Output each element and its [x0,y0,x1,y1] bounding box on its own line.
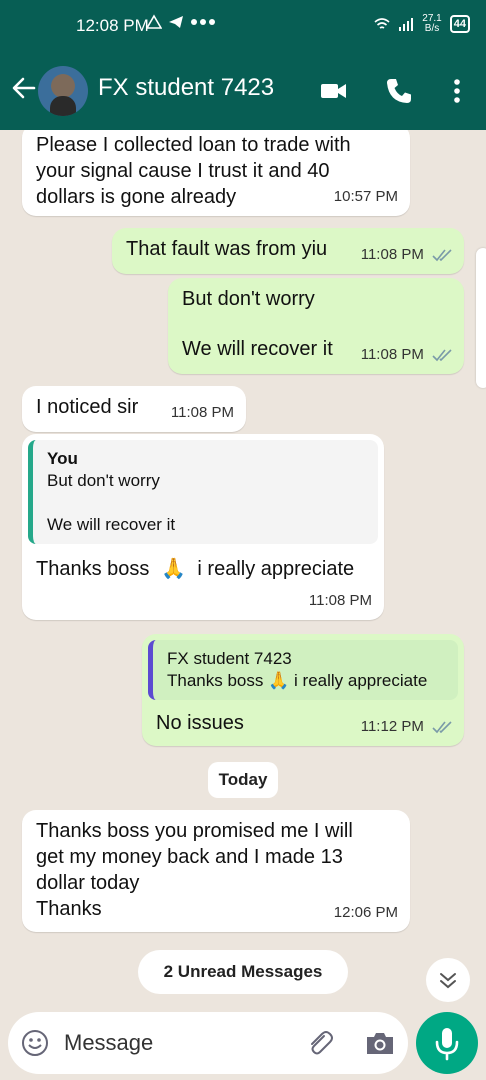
battery-indicator: 44 [449,15,470,33]
message-text-line: dollar today [36,872,140,894]
incoming-message[interactable]: Please I collected loan to trade with yo… [22,130,410,216]
outgoing-reply-message[interactable]: FX student 7423 Thanks boss 🙏 i really a… [142,634,464,746]
message-time: 11:08 PM [360,346,424,363]
net-speed: 27.1 B/s [422,14,441,34]
read-ticks-icon [432,721,452,734]
warning-icon [146,14,162,29]
message-meta: 11:08 PM [361,242,454,268]
message-meta: 11:08 PM [361,342,454,368]
message-input[interactable] [64,1026,284,1060]
message-meta: 11:12 PM [361,714,454,740]
status-notification-icons [146,14,216,30]
status-time: 12:08 PM [76,16,149,35]
net-speed-unit: B/s [424,23,440,34]
emoji-icon[interactable] [20,1028,50,1058]
quote-text-b: i really appreciate [294,671,428,690]
message-text: No issues [156,712,244,734]
incoming-reply-message[interactable]: You But don't worry We will recover it T… [22,434,384,620]
top-bar: 12:08 PM 27.1 B/s 44 FX student 7423 [0,0,486,130]
message-time: 11:08 PM [170,404,234,421]
chat-area[interactable]: Please I collected loan to trade with yo… [0,130,486,1010]
message-time: 11:12 PM [360,718,424,735]
incoming-message[interactable]: Thanks boss you promised me I will get m… [22,810,410,932]
quote-author: You [47,449,78,468]
more-options-icon[interactable] [442,76,472,106]
scrollbar-thumb[interactable] [476,248,486,388]
avatar[interactable] [38,66,88,116]
message-text: Please I collected loan to trade with yo… [36,134,351,208]
message-text-line: Thanks boss you promised me I will [36,820,353,842]
message-time: 11:08 PM [308,592,372,609]
back-arrow-icon[interactable] [10,74,38,102]
wifi-icon [374,18,390,29]
message-time: 12:06 PM [333,904,398,921]
scroll-to-bottom-button[interactable] [426,958,470,1002]
telegram-icon [169,16,183,28]
outgoing-message[interactable]: That fault was from yiu 11:08 PM [112,228,464,274]
contact-name[interactable]: FX student 7423 [98,74,274,102]
message-time: 10:57 PM [333,188,398,205]
message-text-line: But don't worry [182,288,315,310]
message-text-a: Thanks boss [36,558,150,580]
more-notifications-icon [191,19,215,25]
read-ticks-icon [432,249,452,262]
attach-icon[interactable] [304,1028,334,1058]
incoming-message[interactable]: I noticed sir 11:08 PM [22,386,246,432]
quote-text: Thanks boss 🙏 i really appreciate [167,670,444,692]
quote-pray-emoji: 🙏 [268,671,290,690]
message-time: 11:08 PM [360,246,424,263]
quoted-message[interactable]: You But don't worry We will recover it [28,440,378,544]
message-composer [8,1012,408,1074]
pray-emoji: 🙏 [160,558,186,580]
chat-header: FX student 7423 [0,60,486,124]
phone-icon[interactable] [384,76,414,106]
message-text: Thanks boss 🙏 i really appreciate [36,556,354,582]
quote-text-a: Thanks boss [167,671,264,690]
mic-button[interactable] [416,1012,478,1074]
status-right: 27.1 B/s 44 [374,14,470,34]
quote-text-line: We will recover it [47,515,176,534]
quoted-message[interactable]: FX student 7423 Thanks boss 🙏 i really a… [148,640,458,700]
video-call-icon[interactable] [318,76,348,106]
double-chevron-down-icon [440,973,456,989]
message-text-line: get my money back and I made 13 [36,846,343,868]
outgoing-message[interactable]: But don't worry We will recover it 11:08… [168,278,464,374]
quote-author: FX student 7423 [167,649,292,668]
message-text-b: i really appreciate [197,558,355,580]
status-bar: 12:08 PM 27.1 B/s 44 [0,0,486,56]
date-divider: Today [208,762,278,798]
signal-icon [399,18,414,31]
quote-text-line: But don't worry [47,471,160,490]
mic-icon [435,1028,459,1061]
read-ticks-icon [432,349,452,362]
camera-icon[interactable] [364,1028,396,1058]
unread-messages-banner[interactable]: 2 Unread Messages [138,950,348,994]
